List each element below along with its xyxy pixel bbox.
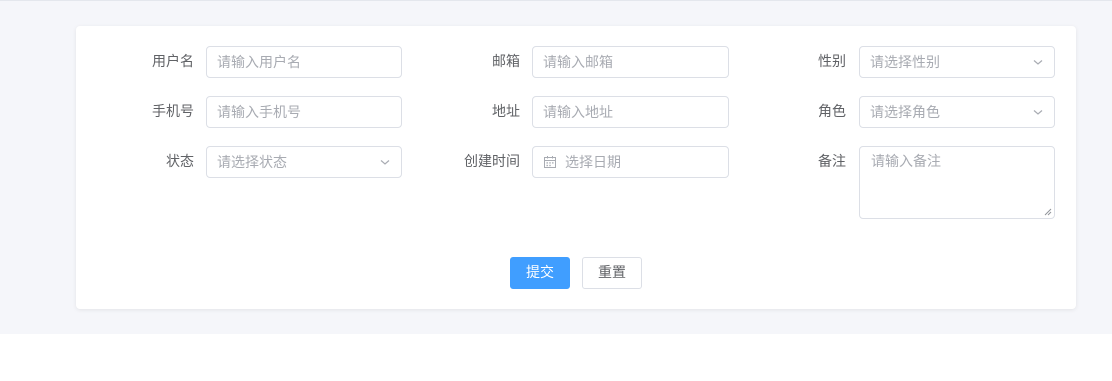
remark-textarea[interactable]: 请输入备注 [859,146,1055,219]
created-time-label: 创建时间 [464,154,520,170]
chevron-down-icon [1033,110,1043,115]
reset-button[interactable]: 重置 [582,257,642,289]
created-time-date-picker[interactable]: 选择日期 [532,146,729,178]
email-placeholder: 请输入邮箱 [543,55,613,71]
username-placeholder: 请输入用户名 [217,55,301,71]
created-time-placeholder: 选择日期 [565,155,621,171]
address-label: 地址 [492,104,520,120]
username-input[interactable]: 请输入用户名 [206,46,402,78]
submit-button[interactable]: 提交 [510,257,570,289]
role-placeholder: 请选择角色 [870,105,940,121]
gender-label: 性别 [818,54,846,70]
status-select[interactable]: 请选择状态 [206,146,402,178]
chevron-down-icon [1033,60,1043,65]
address-placeholder: 请输入地址 [543,105,613,121]
status-label: 状态 [166,154,194,170]
phone-label: 手机号 [152,104,194,120]
email-label: 邮箱 [492,54,520,70]
address-input[interactable]: 请输入地址 [532,96,729,128]
role-label: 角色 [818,104,846,120]
status-placeholder: 请选择状态 [217,155,287,171]
calendar-icon [544,156,556,168]
remark-label: 备注 [818,154,846,170]
gender-placeholder: 请选择性别 [870,55,940,71]
form-card: 用户名 请输入用户名 邮箱 请输入邮箱 性别 请选择性别 手机号 请输入手机号 … [76,26,1076,309]
resize-handle-icon[interactable] [1044,208,1052,216]
role-select[interactable]: 请选择角色 [859,96,1055,128]
phone-placeholder: 请输入手机号 [217,105,301,121]
chevron-down-icon [380,160,390,165]
username-label: 用户名 [152,54,194,70]
remark-placeholder: 请输入备注 [871,154,941,170]
gender-select[interactable]: 请选择性别 [859,46,1055,78]
phone-input[interactable]: 请输入手机号 [206,96,402,128]
email-input[interactable]: 请输入邮箱 [532,46,729,78]
